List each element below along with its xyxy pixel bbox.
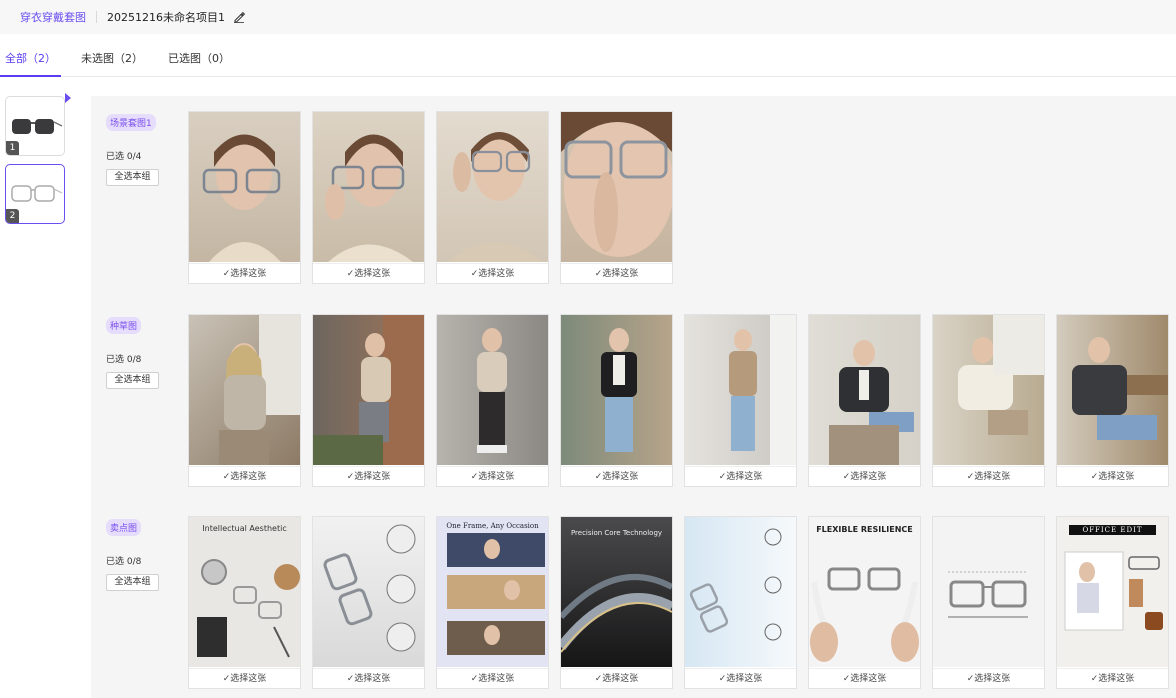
tab-unselected[interactable]: 未选图（2） xyxy=(76,42,148,77)
product-thumb-2[interactable]: 2 xyxy=(5,164,65,224)
filter-tabs: 全部（2） 未选图（2） 已选图（0） xyxy=(0,42,1176,77)
image-groups-panel: 场景套图1 已选 0/4 全选本组 ✓选择这张 ✓选择这张 ✓选择这张 ✓选择这… xyxy=(91,96,1176,698)
select-this-button[interactable]: ✓选择这张 xyxy=(313,466,424,486)
image-card[interactable]: ✓选择这张 xyxy=(808,314,921,487)
select-this-button[interactable]: ✓选择这张 xyxy=(809,466,920,486)
image-card[interactable]: ✓选择这张 xyxy=(932,516,1045,689)
lifestyle-image xyxy=(313,315,424,465)
group-info: 卖点图 已选 0/8 全选本组 xyxy=(106,516,176,591)
portrait-image xyxy=(313,112,424,262)
image-card[interactable]: FLEXIBLE RESILIENCE ✓选择这张 xyxy=(808,516,921,689)
feature-image xyxy=(933,517,1044,667)
image-card[interactable]: ✓选择这张 xyxy=(188,111,301,284)
feature-image xyxy=(313,517,424,667)
image-card[interactable]: ✓选择这张 xyxy=(312,314,425,487)
divider xyxy=(96,11,97,23)
group-selected-count: 已选 0/8 xyxy=(106,557,142,567)
select-this-button[interactable]: ✓选择这张 xyxy=(809,668,920,688)
image-card[interactable]: Intellectual Aesthetic ✓选择这张 xyxy=(188,516,301,689)
product-sidebar: 1 2 xyxy=(5,96,67,232)
group-tag: 种草图 xyxy=(106,317,142,334)
select-this-button[interactable]: ✓选择这张 xyxy=(189,466,300,486)
feature-image: Intellectual Aesthetic xyxy=(189,517,300,667)
tab-selected[interactable]: 已选图（0） xyxy=(163,42,235,77)
image-card[interactable]: ✓选择这张 xyxy=(436,314,549,487)
portrait-image xyxy=(189,112,300,262)
select-this-button[interactable]: ✓选择这张 xyxy=(437,668,548,688)
feature-image: Precision Core Technology xyxy=(561,517,672,667)
lifestyle-image xyxy=(189,315,300,465)
group-tag: 卖点图 xyxy=(106,519,142,536)
lifestyle-image xyxy=(1057,315,1168,465)
select-this-button[interactable]: ✓选择这张 xyxy=(313,668,424,688)
group-selected-count: 已选 0/8 xyxy=(106,355,142,365)
feature-image: FLEXIBLE RESILIENCE xyxy=(809,517,920,667)
select-all-group-button[interactable]: 全选本组 xyxy=(106,574,159,591)
lifestyle-image xyxy=(561,315,672,465)
image-card[interactable]: ✓选择这张 xyxy=(560,314,673,487)
portrait-image xyxy=(561,112,672,262)
image-card[interactable]: ✓选择这张 xyxy=(560,111,673,284)
select-this-button[interactable]: ✓选择这张 xyxy=(561,466,672,486)
select-all-group-button[interactable]: 全选本组 xyxy=(106,169,159,186)
select-this-button[interactable]: ✓选择这张 xyxy=(561,263,672,283)
image-card[interactable]: One Frame, Any Occasion ✓选择这张 xyxy=(436,516,549,689)
select-this-button[interactable]: ✓选择这张 xyxy=(1057,668,1168,688)
feature-image: One Frame, Any Occasion xyxy=(437,517,548,667)
image-group: 场景套图1 已选 0/4 全选本组 ✓选择这张 ✓选择这张 ✓选择这张 ✓选择这… xyxy=(91,111,1176,286)
top-bar: 穿衣穿戴套图 20251216未命名项目1 xyxy=(0,0,1176,34)
select-this-button[interactable]: ✓选择这张 xyxy=(933,466,1044,486)
active-caret-icon xyxy=(65,93,71,103)
select-this-button[interactable]: ✓选择这张 xyxy=(685,466,796,486)
select-this-button[interactable]: ✓选择这张 xyxy=(189,668,300,688)
group-info: 种草图 已选 0/8 全选本组 xyxy=(106,314,176,389)
group-info: 场景套图1 已选 0/4 全选本组 xyxy=(106,111,176,186)
select-this-button[interactable]: ✓选择这张 xyxy=(313,263,424,283)
feature-image xyxy=(685,517,796,667)
lifestyle-image xyxy=(437,315,548,465)
image-group: 种草图 已选 0/8 全选本组 ✓选择这张 ✓选择这张 ✓选择这张 ✓选择这张 … xyxy=(91,314,1176,489)
select-this-button[interactable]: ✓选择这张 xyxy=(933,668,1044,688)
image-group: 卖点图 已选 0/8 全选本组 Intellectual Aesthetic ✓… xyxy=(91,516,1176,691)
select-this-button[interactable]: ✓选择这张 xyxy=(1057,466,1168,486)
select-this-button[interactable]: ✓选择这张 xyxy=(437,466,548,486)
select-this-button[interactable]: ✓选择这张 xyxy=(685,668,796,688)
thumb-number: 1 xyxy=(6,141,19,155)
image-card[interactable]: ✓选择这张 xyxy=(684,516,797,689)
lifestyle-image xyxy=(685,315,796,465)
image-card[interactable]: Precision Core Technology ✓选择这张 xyxy=(560,516,673,689)
select-all-group-button[interactable]: 全选本组 xyxy=(106,372,159,389)
select-this-button[interactable]: ✓选择这张 xyxy=(189,263,300,283)
select-this-button[interactable]: ✓选择这张 xyxy=(437,263,548,283)
image-card[interactable]: OFFICE EDIT ✓选择这张 xyxy=(1056,516,1169,689)
project-name: 20251216未命名项目1 xyxy=(107,11,225,24)
group-tag: 场景套图1 xyxy=(106,114,156,131)
image-card[interactable]: ✓选择这张 xyxy=(436,111,549,284)
image-card[interactable]: ✓选择这张 xyxy=(312,516,425,689)
image-card[interactable]: ✓选择这张 xyxy=(1056,314,1169,487)
thumb-number: 2 xyxy=(6,209,19,223)
image-card[interactable]: ✓选择这张 xyxy=(312,111,425,284)
pencil-icon[interactable] xyxy=(233,11,245,23)
image-card[interactable]: ✓选择这张 xyxy=(188,314,301,487)
select-this-button[interactable]: ✓选择这张 xyxy=(561,668,672,688)
lifestyle-image xyxy=(933,315,1044,465)
feature-image: OFFICE EDIT xyxy=(1057,517,1168,667)
tab-all[interactable]: 全部（2） xyxy=(0,42,61,77)
group-selected-count: 已选 0/4 xyxy=(106,152,142,162)
portrait-image xyxy=(437,112,548,262)
product-thumb-1[interactable]: 1 xyxy=(5,96,65,156)
lifestyle-image xyxy=(809,315,920,465)
breadcrumb-link[interactable]: 穿衣穿戴套图 xyxy=(20,9,86,25)
image-card[interactable]: ✓选择这张 xyxy=(932,314,1045,487)
image-card[interactable]: ✓选择这张 xyxy=(684,314,797,487)
